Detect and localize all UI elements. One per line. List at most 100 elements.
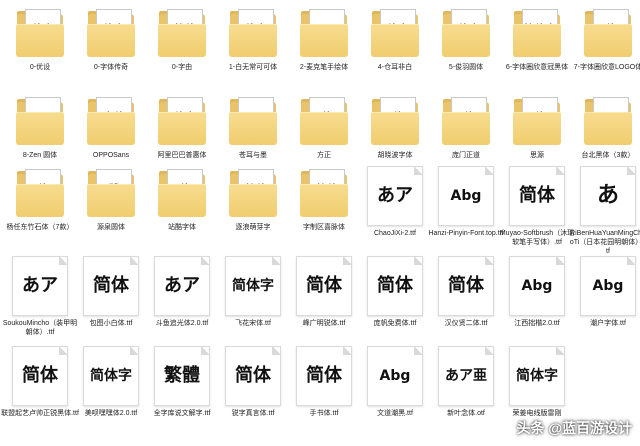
folder-icon: 黑 — [579, 94, 637, 148]
folder-item[interactable]: Abg 苍耳与墨 — [217, 94, 289, 160]
font-preview-glyphs: 简体 — [22, 365, 58, 386]
folder-item[interactable]: 体胡晓波字体 — [359, 94, 431, 160]
font-file-label: 峰广明锐体.ttf — [302, 320, 346, 327]
folder-label: OPPOSans — [92, 152, 130, 159]
font-preview-glyphs: あ — [596, 183, 619, 208]
folder-icon: 体字 — [82, 6, 140, 60]
folder-item[interactable]: あア 2-麦克笔手绘体 — [288, 6, 360, 72]
folder-label: 阿里巴巴普惠体 — [157, 152, 207, 159]
font-file-item[interactable]: 简体 峰广明锐体.ttf — [288, 256, 360, 328]
font-preview-glyphs: Abg — [379, 368, 411, 384]
folder-item[interactable]: Abg 8-Zen 圆体 — [4, 94, 76, 160]
folder-item[interactable]: 体 7-字体圈欣意LOGO体 — [572, 6, 640, 72]
font-file-label: 手书体.ttf — [309, 410, 339, 417]
folder-item[interactable]: 简体逐浪萌芽字 — [217, 166, 289, 232]
font-file-item[interactable]: 简体字 飞花宋体.ttf — [217, 256, 289, 328]
folder-icon: 体字 — [153, 94, 211, 148]
font-file-icon: あ — [580, 166, 636, 226]
font-file-icon: 简体 — [296, 346, 352, 406]
folder-label: 6-字体圈欣意冠黑体 — [505, 64, 569, 71]
folder-label: 台北黑体（3款） — [581, 152, 635, 159]
font-file-item[interactable]: 简体手书体.ttf — [288, 346, 360, 418]
folder-item[interactable]: 体方正 — [288, 94, 360, 160]
folder-item[interactable]: 体杨任东竹石体（7款） — [4, 166, 76, 232]
font-file-item[interactable]: 简体 包图小白体.ttf — [75, 256, 147, 328]
file-explorer-grid: 体字0-优设体字0-字体传奇简体0-字由体字1-白无常可可体あア2-麦克笔手绘体… — [0, 0, 640, 446]
font-file-item[interactable]: 简体锐字真言体.ttf — [217, 346, 289, 418]
folder-label: 4-仓耳非白 — [377, 64, 413, 71]
font-file-icon: 简体 — [225, 346, 281, 406]
folder-item[interactable]: 体字 1-白无常可可体 — [217, 6, 289, 72]
font-preview-glyphs: 繁體 — [164, 365, 200, 386]
font-file-label: 包图小白体.ttf — [89, 320, 133, 327]
folder-item[interactable]: 体站酷字体 — [146, 166, 218, 232]
font-preview-glyphs: あア亜 — [445, 368, 487, 384]
folder-item[interactable]: 体思源 — [501, 94, 573, 160]
font-file-icon: 简体 — [509, 166, 565, 226]
font-file-icon: Abg — [509, 256, 565, 316]
folder-icon: 体 — [295, 94, 353, 148]
folder-item[interactable]: 简体字制区喜脉体 — [288, 166, 360, 232]
font-file-icon: 简体 — [367, 256, 423, 316]
font-file-item[interactable]: Abg Hanzi-Pinyin-Font.top.ttf — [428, 166, 504, 238]
font-file-label: 新叶念体.otf — [447, 410, 485, 417]
font-file-icon: あア — [154, 256, 210, 316]
font-file-item[interactable]: Abg 文道潮黑.ttf — [359, 346, 431, 418]
folder-item[interactable]: 黑台北黑体（3款） — [572, 94, 640, 160]
font-file-item[interactable]: 简体 联盟起艺卢帅正锐黑体.ttf — [1, 346, 79, 418]
font-file-label: 汉仪贤二体.ttf — [444, 320, 488, 327]
folder-icon: 體 — [82, 166, 140, 220]
font-file-item[interactable]: あア亜新叶念体.otf — [430, 346, 502, 418]
font-file-item[interactable]: 简体 Muyao-Softbrush（沐瑶软笔手写体）.ttf — [500, 166, 574, 247]
folder-label: 站酷字体 — [168, 224, 196, 231]
folder-icon: 字体 — [82, 94, 140, 148]
font-file-label: SoukouMincho（装甲明朝体）.ttf — [2, 320, 78, 336]
font-file-label: 文道潮黑.ttf — [377, 410, 413, 417]
font-file-label: 美呗嘿嘿体2.0.ttf — [84, 410, 138, 417]
folder-item[interactable]: 体字 5-俊羽圆体 — [430, 6, 502, 72]
folder-icon: 简体 — [224, 166, 282, 220]
font-file-item[interactable]: Abg 江西拙楷2.0.ttf — [501, 256, 573, 328]
font-file-icon: 简体 — [438, 256, 494, 316]
folder-item[interactable]: 简体字 6-字体圈欣意冠黑体 — [501, 6, 573, 72]
folder-item[interactable]: 體源泉圆体 — [75, 166, 147, 232]
folder-item[interactable]: 体字阿里巴巴普惠体 — [146, 94, 218, 160]
font-file-label: 锐字真言体.ttf — [231, 410, 275, 417]
font-file-item[interactable]: 简体字美呗嘿嘿体2.0.ttf — [75, 346, 147, 418]
folder-item[interactable]: 简体 0-字由 — [146, 6, 218, 72]
folder-item[interactable]: 字体 OPPOSans — [75, 94, 147, 160]
folder-label: 0-优设 — [29, 64, 51, 71]
folder-label: 思源 — [530, 152, 544, 159]
font-file-icon: あア亜 — [438, 346, 494, 406]
font-file-item[interactable]: あ RiBenHuaYuanMingChaoTi（日本花园明朝体）.ttf — [570, 166, 640, 256]
folder-item[interactable]: 体庞门正道 — [430, 94, 502, 160]
folder-icon: 体 — [366, 94, 424, 148]
folder-icon: 体字 — [11, 6, 69, 60]
font-file-item[interactable]: 简体庞帆免费体.ttf — [359, 256, 431, 328]
font-file-item[interactable]: 简体字 荣姜电线版雷刚 — [501, 346, 573, 418]
folder-label: 逐浪萌芽字 — [235, 224, 271, 231]
folder-icon: Abg — [224, 94, 282, 148]
folder-item[interactable]: 体字 0-优设 — [4, 6, 76, 72]
font-preview-glyphs: Abg — [450, 188, 482, 204]
font-file-label: Hanzi-Pinyin-Font.top.ttf — [428, 230, 504, 237]
folder-item[interactable]: 体字 0-字体传奇 — [75, 6, 147, 72]
font-file-item[interactable]: Abg 潮户字体.ttf — [572, 256, 640, 328]
font-file-item[interactable]: 简体汉仪贤二体.ttf — [430, 256, 502, 328]
font-file-item[interactable]: あア SoukouMincho（装甲明朝体）.ttf — [2, 256, 78, 337]
folder-icon: あア — [295, 6, 353, 60]
font-file-item[interactable]: あア ChaoJiXi-2.ttf — [359, 166, 431, 238]
font-file-label: 荣姜电线版雷刚 — [512, 410, 562, 417]
font-file-icon: 简体 — [12, 346, 68, 406]
font-file-item[interactable]: 繁體 全字库说文解字.ttf — [146, 346, 218, 418]
font-file-icon: あア — [12, 256, 68, 316]
folder-icon: Abg — [11, 94, 69, 148]
folder-label: 方正 — [317, 152, 331, 159]
font-preview-glyphs: Abg — [521, 278, 553, 294]
folder-label: 0-字体传奇 — [93, 64, 129, 71]
font-file-label: 庞帆免费体.ttf — [373, 320, 417, 327]
font-preview-glyphs: 简体字 — [90, 368, 132, 384]
font-file-item[interactable]: あア 斗鱼追光体2.0.ttf — [146, 256, 218, 328]
folder-item[interactable]: 体字 4-仓耳非白 — [359, 6, 431, 72]
font-file-icon: Abg — [438, 166, 494, 226]
